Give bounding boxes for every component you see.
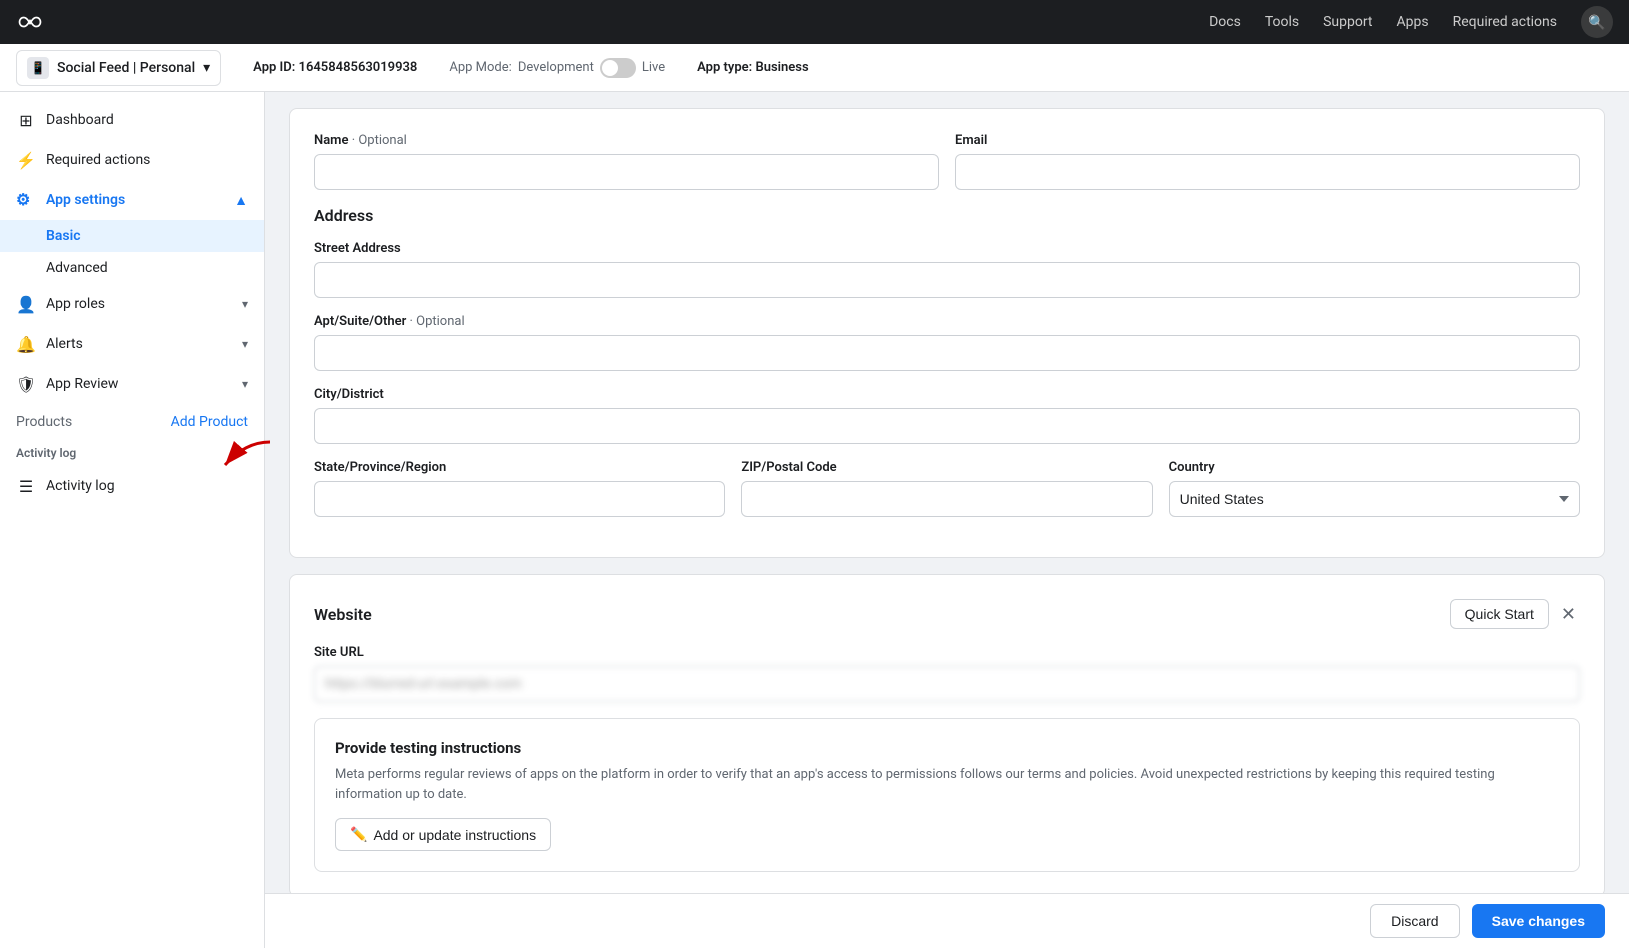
state-input[interactable] [314, 481, 725, 517]
main-content: Name · Optional Email Address Street Add… [265, 92, 1629, 948]
add-product-link[interactable]: Add Product [171, 414, 248, 430]
products-label: Products [16, 414, 171, 430]
user-icon: 👤 [16, 294, 36, 314]
shield-icon: 🛡 [16, 374, 36, 394]
sidebar-item-basic[interactable]: Basic [0, 220, 264, 252]
advanced-label: Advanced [46, 260, 108, 276]
name-label: Name · Optional [314, 133, 939, 148]
sidebar-item-label: Activity log [46, 478, 115, 494]
website-card: Website Quick Start ✕ Site URL https://b… [289, 574, 1605, 897]
sidebar-item-label: Dashboard [46, 112, 114, 128]
apps-link[interactable]: Apps [1397, 14, 1429, 30]
app-selector[interactable]: 📱 Social Feed | Personal ▾ [16, 50, 221, 86]
sidebar-item-label: Required actions [46, 152, 150, 168]
app-mode-section: App Mode: Development Live [449, 58, 665, 78]
app-name: Social Feed | Personal [57, 60, 195, 76]
site-url-blurred: https://blurred-url.example.com [325, 666, 522, 702]
city-input[interactable] [314, 408, 1580, 444]
discard-button[interactable]: Discard [1370, 904, 1459, 938]
required-actions-link[interactable]: Required actions [1453, 14, 1557, 30]
add-instructions-button[interactable]: ✏️ Add or update instructions [335, 818, 551, 851]
website-card-title: Website [314, 605, 372, 624]
app-mode-toggle[interactable] [600, 58, 636, 78]
chevron-down-icon: ▾ [242, 297, 248, 311]
email-input[interactable] [955, 154, 1580, 190]
tools-link[interactable]: Tools [1265, 14, 1299, 30]
chevron-down-icon: ▾ [242, 337, 248, 351]
chevron-down-icon: ▾ [242, 377, 248, 391]
app-type-section: App type: Business [697, 60, 808, 75]
street-address-input[interactable] [314, 262, 1580, 298]
sidebar-products-section: Products Add Product [0, 404, 264, 440]
city-label: City/District [314, 387, 1580, 402]
quick-start-button[interactable]: Quick Start [1450, 599, 1549, 629]
sidebar-item-label: App roles [46, 296, 105, 312]
sidebar: ⊞ Dashboard ⚡ Required actions ⚙ App set… [0, 92, 265, 948]
meta-logo [16, 13, 44, 31]
add-instructions-label: Add or update instructions [373, 827, 536, 843]
name-input[interactable] [314, 154, 939, 190]
testing-title: Provide testing instructions [335, 739, 1559, 757]
country-select[interactable]: United States Canada United Kingdom Aust… [1169, 481, 1580, 517]
sidebar-item-label: App Review [46, 376, 118, 392]
activity-log-section-header: Activity log [0, 440, 264, 466]
dashboard-icon: ⊞ [16, 110, 36, 130]
basic-label: Basic [46, 228, 81, 244]
bell-icon: 🔔 [16, 334, 36, 354]
apt-label: Apt/Suite/Other · Optional [314, 314, 1580, 329]
app-id-section: App ID: 1645848563019938 [253, 60, 417, 75]
street-address-label: Street Address [314, 241, 1580, 256]
sidebar-item-alerts[interactable]: 🔔 Alerts ▾ [0, 324, 264, 364]
email-label: Email [955, 133, 1580, 148]
sidebar-item-dashboard[interactable]: ⊞ Dashboard [0, 100, 264, 140]
appbar: 📱 Social Feed | Personal ▾ App ID: 16458… [0, 44, 1629, 92]
save-button[interactable]: Save changes [1472, 904, 1605, 938]
sidebar-item-app-roles[interactable]: 👤 App roles ▾ [0, 284, 264, 324]
site-url-field: https://blurred-url.example.com [314, 666, 1580, 702]
development-label: Development [518, 60, 594, 75]
sidebar-item-app-review[interactable]: 🛡 App Review ▾ [0, 364, 264, 404]
name-email-card: Name · Optional Email Address Street Add… [289, 108, 1605, 558]
sidebar-app-settings[interactable]: ⚙ App settings ▲ [0, 180, 264, 220]
docs-link[interactable]: Docs [1209, 14, 1241, 30]
live-label: Live [642, 60, 665, 75]
gear-icon: ⚙ [16, 190, 36, 210]
sidebar-item-activity-log[interactable]: ☰ Activity log [0, 466, 264, 506]
main-layout: ⊞ Dashboard ⚡ Required actions ⚙ App set… [0, 92, 1629, 948]
chevron-up-icon: ▲ [234, 192, 248, 209]
sidebar-item-advanced[interactable]: Advanced [0, 252, 264, 284]
edit-icon: ✏️ [350, 826, 367, 843]
list-icon: ☰ [16, 476, 36, 496]
required-actions-icon: ⚡ [16, 150, 36, 170]
sidebar-item-label: Alerts [46, 336, 83, 352]
sidebar-section-label: App settings [46, 192, 125, 208]
apt-input[interactable] [314, 335, 1580, 371]
address-section-title: Address [314, 206, 1580, 225]
support-link[interactable]: Support [1323, 14, 1372, 30]
country-label: Country [1169, 460, 1580, 475]
website-close-button[interactable]: ✕ [1557, 600, 1580, 629]
testing-instructions-section: Provide testing instructions Meta perfor… [314, 718, 1580, 872]
testing-description: Meta performs regular reviews of apps on… [335, 765, 1559, 804]
zip-input[interactable] [741, 481, 1152, 517]
search-button[interactable]: 🔍 [1581, 6, 1613, 38]
zip-label: ZIP/Postal Code [741, 460, 1152, 475]
state-label: State/Province/Region [314, 460, 725, 475]
chevron-down-icon: ▾ [203, 60, 210, 76]
bottom-bar: Discard Save changes [265, 893, 1629, 948]
topbar: Docs Tools Support Apps Required actions… [0, 0, 1629, 44]
site-url-label: Site URL [314, 645, 1580, 660]
app-icon: 📱 [27, 57, 49, 79]
sidebar-item-required-actions[interactable]: ⚡ Required actions [0, 140, 264, 180]
